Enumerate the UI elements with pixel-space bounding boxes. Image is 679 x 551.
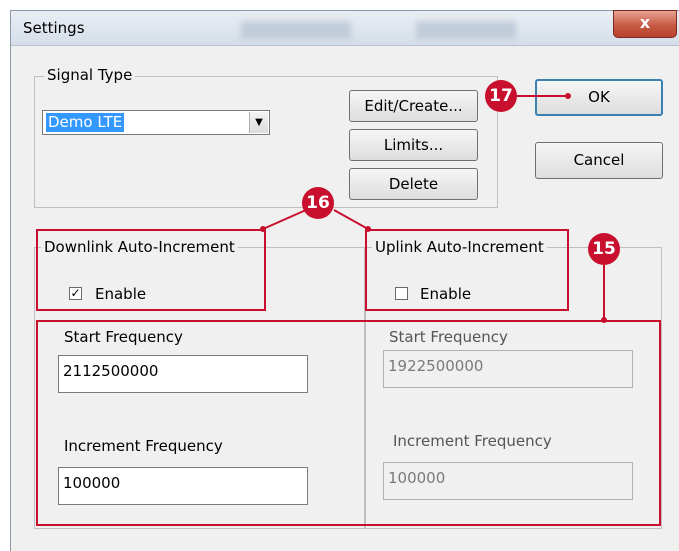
signal-type-selected: Demo LTE bbox=[46, 113, 125, 132]
signal-type-label: Signal Type bbox=[44, 66, 136, 84]
close-button[interactable]: x bbox=[613, 10, 677, 38]
close-icon: x bbox=[639, 13, 651, 32]
ok-button[interactable]: OK bbox=[535, 79, 663, 116]
callout-16-box-left bbox=[36, 229, 266, 311]
limits-button[interactable]: Limits... bbox=[349, 129, 478, 161]
callout-15-badge: 15 bbox=[588, 233, 620, 265]
delete-button[interactable]: Delete bbox=[349, 168, 478, 200]
blurred-background bbox=[416, 21, 516, 39]
callout-16-badge: 16 bbox=[302, 187, 334, 219]
callout-dot bbox=[260, 226, 266, 232]
dialog-title: Settings bbox=[23, 19, 85, 37]
edit-create-button[interactable]: Edit/Create... bbox=[349, 90, 478, 122]
callout-17-badge: 17 bbox=[485, 80, 517, 112]
title-bar: Settings x bbox=[11, 10, 679, 46]
signal-type-dropdown[interactable]: Demo LTE ▼ bbox=[42, 110, 270, 135]
callout-dot bbox=[565, 93, 571, 99]
callout-15-box bbox=[36, 320, 661, 526]
chevron-down-icon[interactable]: ▼ bbox=[249, 112, 268, 133]
cancel-button[interactable]: Cancel bbox=[535, 142, 663, 179]
blurred-background bbox=[241, 21, 351, 39]
callout-dot bbox=[601, 317, 607, 323]
callout-16-box-right bbox=[365, 229, 569, 311]
callout-dot bbox=[365, 226, 371, 232]
